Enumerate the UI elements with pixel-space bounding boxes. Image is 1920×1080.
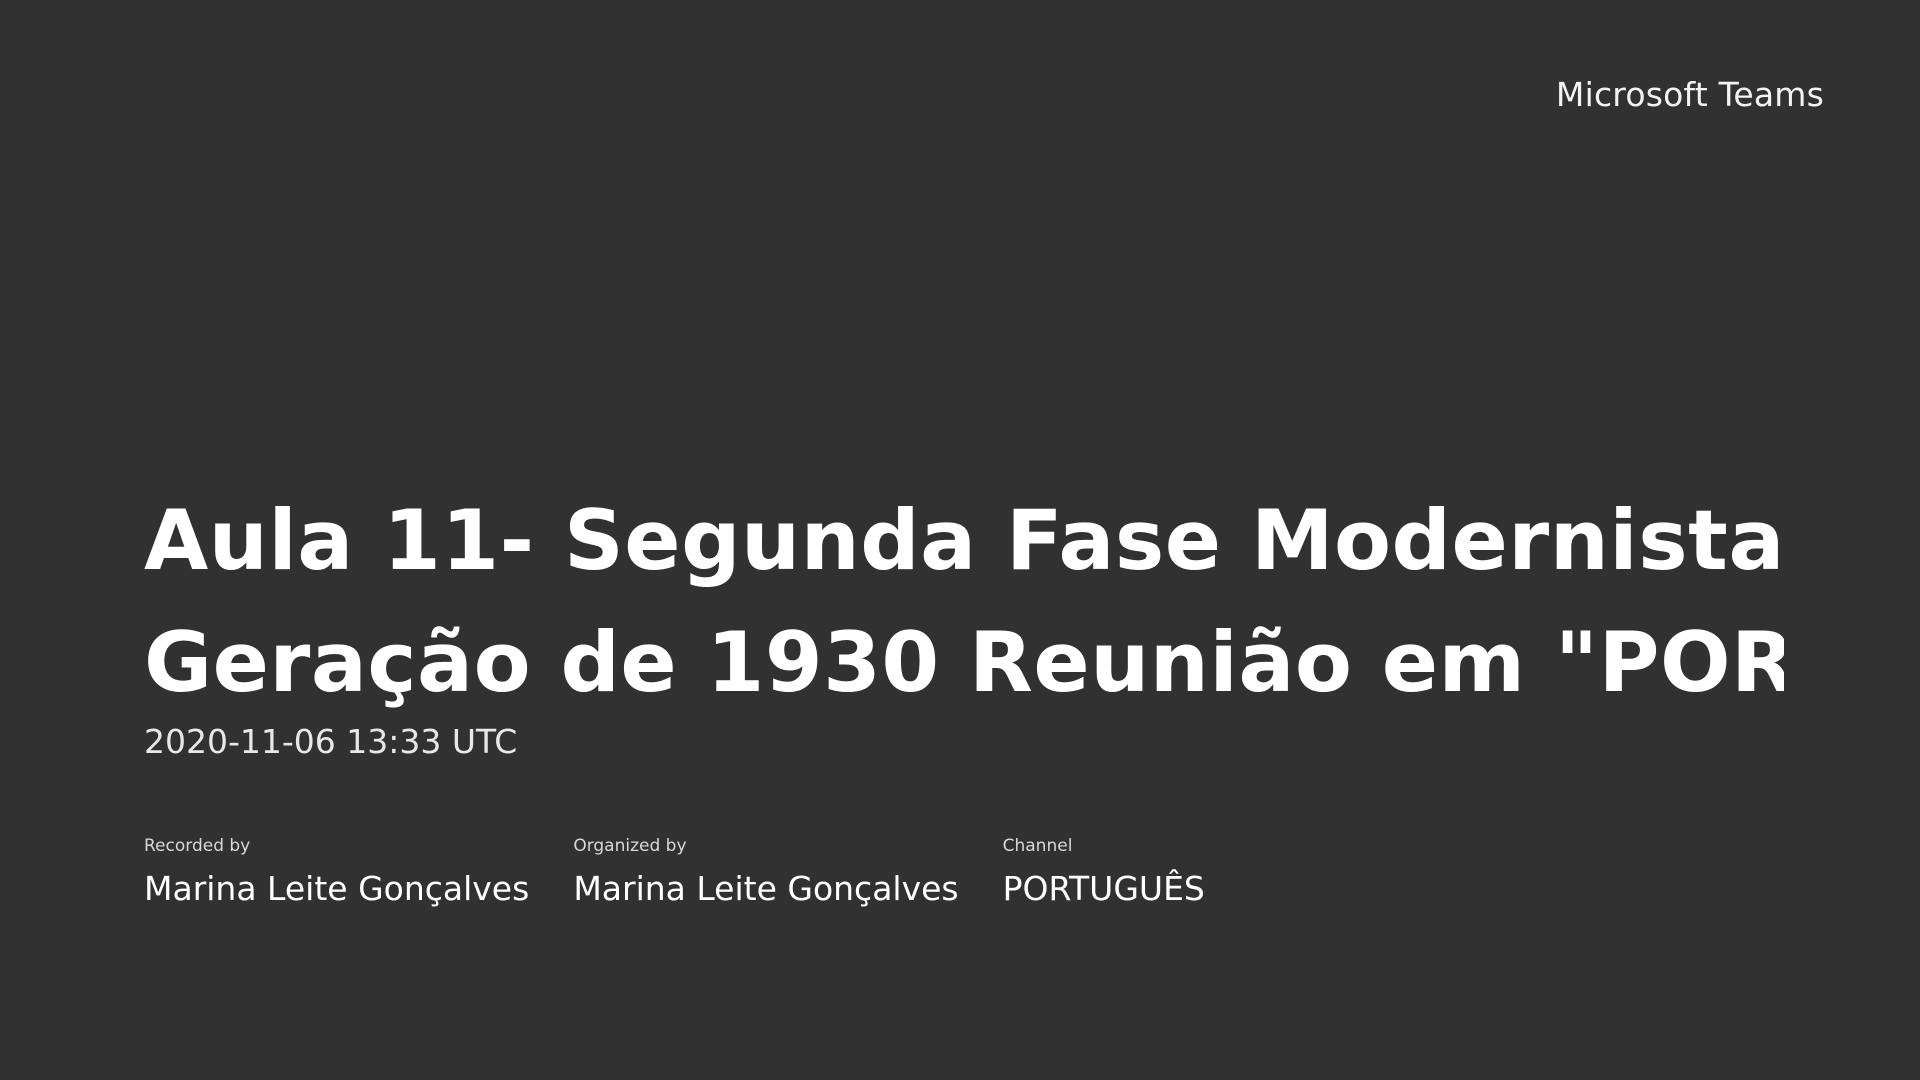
recording-timestamp: 2020-11-06 13:33 UTC bbox=[144, 722, 518, 761]
channel-group: Channel PORTUGUÊS bbox=[1003, 836, 1205, 908]
meeting-title-line-2: Geração de 1930 Reunião em "PORTU... bbox=[144, 614, 1784, 711]
organized-by-value: Marina Leite Gonçalves bbox=[573, 869, 959, 908]
recorded-by-label: Recorded by bbox=[144, 836, 251, 856]
recorded-by-group: Recorded by Marina Leite Gonçalves bbox=[144, 836, 529, 908]
channel-value: PORTUGUÊS bbox=[1002, 869, 1205, 908]
organized-by-label: Organized by bbox=[573, 836, 687, 856]
recording-info: Aula 11- Segunda Fase Modernista- Geraçã… bbox=[144, 480, 1784, 908]
channel-label: Channel bbox=[1002, 836, 1073, 856]
recording-metadata: Recorded by Marina Leite Gonçalves Organ… bbox=[144, 836, 1784, 908]
app-brand-label: Microsoft Teams bbox=[1555, 75, 1824, 114]
meeting-title: Aula 11- Segunda Fase Modernista- Geraçã… bbox=[144, 480, 1784, 724]
meeting-title-line-1: Aula 11- Segunda Fase Modernista- bbox=[144, 492, 1784, 589]
organized-by-group: Organized by Marina Leite Gonçalves bbox=[573, 836, 958, 908]
recorded-by-value: Marina Leite Gonçalves bbox=[144, 869, 530, 908]
